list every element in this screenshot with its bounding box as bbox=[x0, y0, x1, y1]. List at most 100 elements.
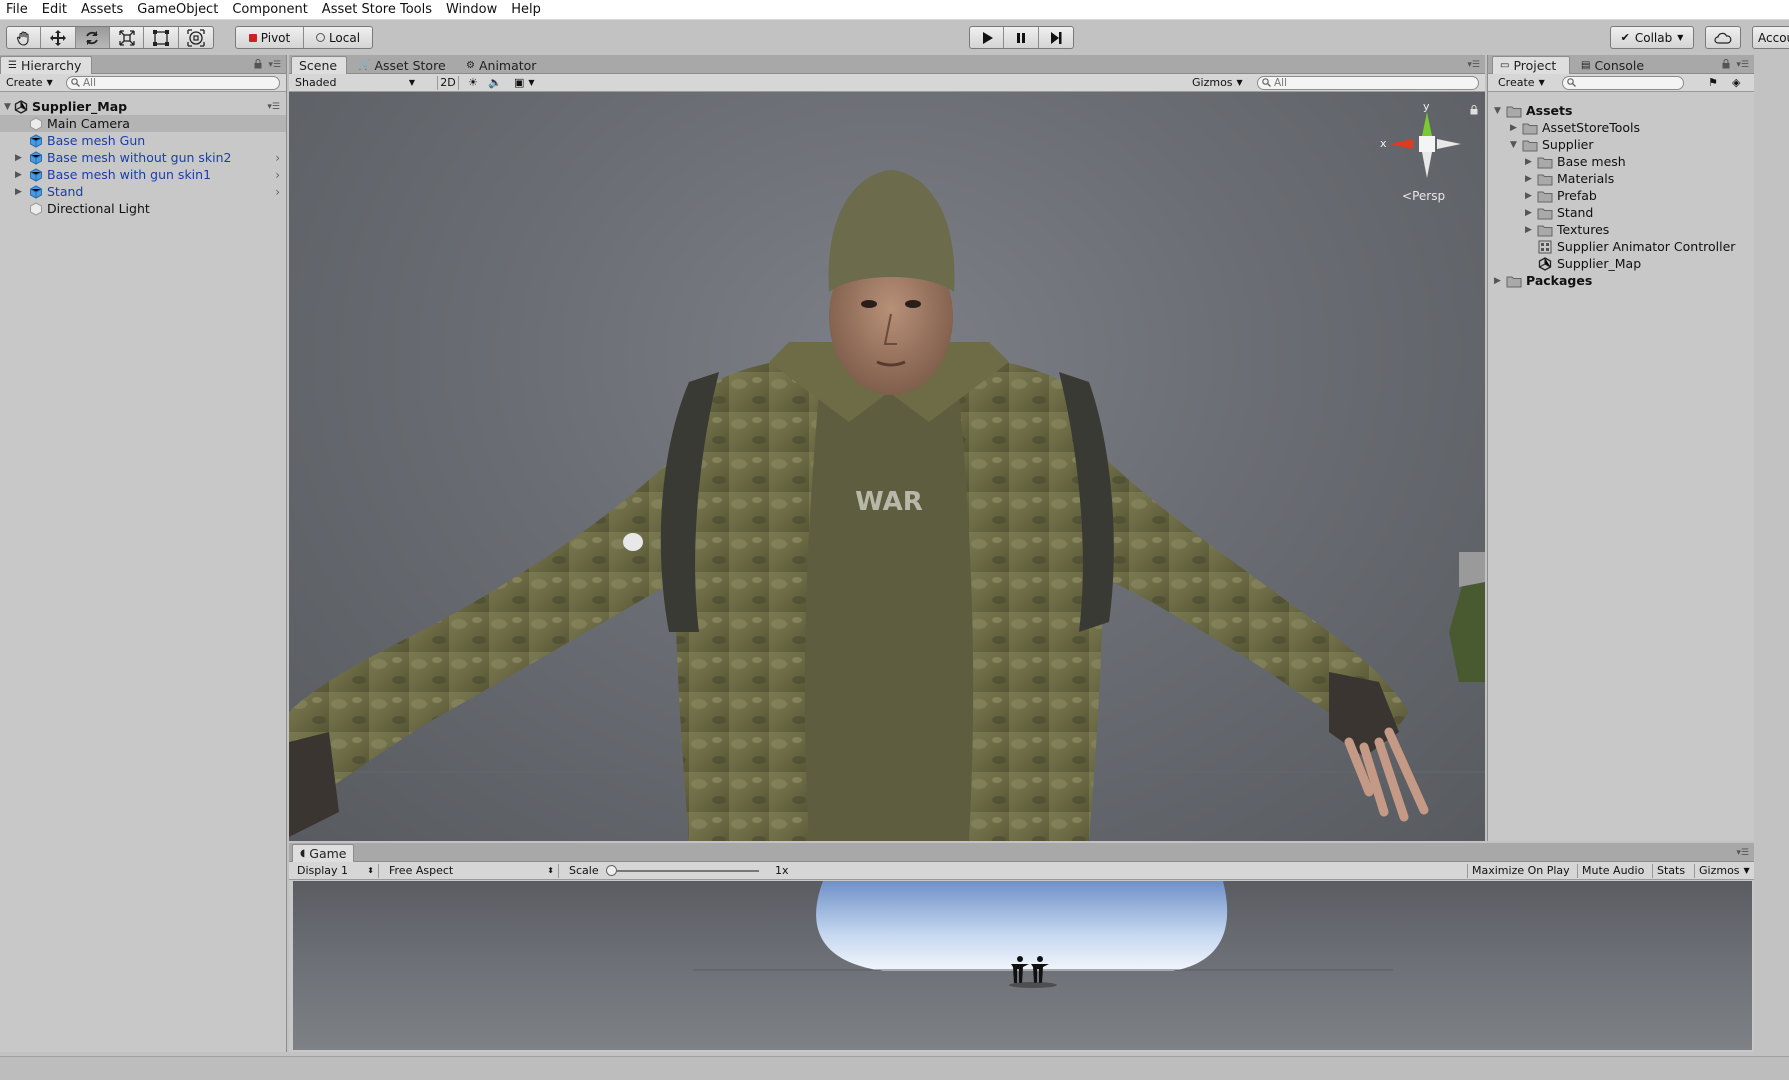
tab-animator[interactable]: ⚙ Animator bbox=[459, 56, 543, 74]
gizmos-dropdown[interactable]: Gizmos ▼ bbox=[1192, 76, 1243, 90]
menu-component[interactable]: Component bbox=[226, 1, 315, 19]
expand-arrow-icon[interactable]: ▶ bbox=[1525, 157, 1537, 167]
chevron-right-icon[interactable]: › bbox=[275, 151, 280, 165]
shading-dropdown[interactable]: Shaded ▼ bbox=[295, 76, 415, 90]
play-icon[interactable] bbox=[970, 27, 1005, 48]
lock-icon[interactable] bbox=[254, 59, 262, 69]
tree-item-animator-controller[interactable]: Supplier Animator Controller bbox=[1537, 238, 1735, 255]
expand-arrow-icon[interactable]: ▼ bbox=[4, 102, 11, 112]
panel-menu-icon[interactable]: ▾☰ bbox=[1736, 848, 1749, 858]
folder-icon: ▭ bbox=[1500, 60, 1510, 71]
scene-viewport[interactable]: WAR y x <Persp bbox=[289, 92, 1485, 841]
collab-dropdown[interactable]: ✔ Collab ▼ bbox=[1610, 26, 1694, 49]
tab-hierarchy[interactable]: ☰ Hierarchy bbox=[0, 56, 92, 74]
expand-arrow-icon[interactable]: ▶ bbox=[1525, 174, 1537, 184]
effects-icon[interactable]: ▣ ▼ bbox=[514, 76, 535, 90]
maximize-on-play-toggle[interactable]: Maximize On Play bbox=[1467, 864, 1570, 878]
tab-asset-store[interactable]: 🛒 Asset Store bbox=[351, 56, 453, 74]
lock-icon[interactable] bbox=[1470, 105, 1478, 115]
tab-project[interactable]: ▭ Project bbox=[1492, 56, 1570, 74]
scene-root[interactable]: ▼ Supplier_Map ▾☰ bbox=[0, 98, 286, 115]
hierarchy-item[interactable]: Base mesh Gun bbox=[0, 132, 286, 149]
tree-item-supplier-map[interactable]: Supplier_Map bbox=[1537, 255, 1641, 272]
panel-menu-icon[interactable]: ▾☰ bbox=[1467, 60, 1480, 70]
persp-label[interactable]: <Persp bbox=[1402, 189, 1445, 203]
game-gizmos-dropdown[interactable]: Gizmos ▼ bbox=[1694, 864, 1750, 878]
rect-tool-icon[interactable] bbox=[144, 27, 179, 48]
filter-by-type-icon[interactable]: ⚑ bbox=[1708, 76, 1718, 90]
menu-gameobject[interactable]: GameObject bbox=[131, 1, 226, 19]
hierarchy-item[interactable]: ▶ Base mesh with gun skin1 › bbox=[0, 166, 286, 183]
item-label: Base mesh Gun bbox=[47, 133, 146, 148]
tree-item-materials[interactable]: ▶ Materials bbox=[1525, 170, 1614, 187]
tree-item-stand[interactable]: ▶ Stand bbox=[1525, 204, 1593, 221]
scene-search-input[interactable]: All bbox=[1257, 76, 1479, 90]
menu-help[interactable]: Help bbox=[505, 1, 549, 19]
game-viewport[interactable] bbox=[293, 881, 1752, 1050]
hierarchy-create-dropdown[interactable]: Create ▼ bbox=[6, 76, 53, 90]
hierarchy-item[interactable]: Main Camera bbox=[0, 115, 286, 132]
transform-tool-icon[interactable] bbox=[179, 27, 213, 48]
menu-window[interactable]: Window bbox=[440, 1, 505, 19]
project-search-input[interactable] bbox=[1562, 76, 1684, 90]
hierarchy-search-input[interactable]: All bbox=[66, 76, 280, 90]
project-create-dropdown[interactable]: Create ▼ bbox=[1498, 76, 1545, 90]
hierarchy-item[interactable]: ▶ Base mesh without gun skin2 › bbox=[0, 149, 286, 166]
cloud-button[interactable] bbox=[1705, 26, 1741, 49]
panel-menu-icon[interactable]: ▾☰ bbox=[1736, 60, 1749, 70]
scene-menu-icon[interactable]: ▾☰ bbox=[267, 102, 280, 112]
2d-toggle[interactable]: 2D bbox=[437, 76, 459, 90]
tree-item-prefab[interactable]: ▶ Prefab bbox=[1525, 187, 1597, 204]
expand-arrow-icon[interactable]: ▶ bbox=[1525, 208, 1537, 218]
expand-arrow-icon[interactable]: ▼ bbox=[1494, 106, 1506, 116]
tree-item-assets[interactable]: ▼ Assets bbox=[1494, 102, 1572, 119]
pivot-button[interactable]: Pivot bbox=[236, 27, 304, 48]
mute-audio-toggle[interactable]: Mute Audio bbox=[1577, 864, 1644, 878]
dropdown-arrow-icon: ▼ bbox=[1538, 78, 1545, 87]
tab-game[interactable]: ◖ Game bbox=[292, 844, 354, 862]
expand-arrow-icon[interactable]: ▶ bbox=[15, 170, 22, 180]
menu-assets[interactable]: Assets bbox=[75, 1, 131, 19]
hierarchy-item[interactable]: Directional Light bbox=[0, 200, 286, 217]
orientation-gizmo[interactable]: y x <Persp bbox=[1365, 92, 1485, 212]
audio-icon[interactable]: 🔈 bbox=[488, 76, 502, 90]
expand-arrow-icon[interactable]: ▶ bbox=[15, 153, 22, 163]
menu-asset-store-tools[interactable]: Asset Store Tools bbox=[316, 1, 440, 19]
stats-toggle[interactable]: Stats bbox=[1652, 864, 1685, 878]
tab-console[interactable]: ▤ Console bbox=[1574, 56, 1651, 74]
scale-slider[interactable] bbox=[606, 865, 759, 876]
account-dropdown[interactable]: Accou bbox=[1752, 26, 1789, 49]
menu-file[interactable]: File bbox=[0, 1, 36, 19]
expand-arrow-icon[interactable]: ▶ bbox=[1494, 276, 1506, 286]
step-icon[interactable] bbox=[1039, 27, 1073, 48]
expand-arrow-icon[interactable]: ▼ bbox=[1510, 140, 1522, 150]
tab-scene[interactable]: Scene bbox=[291, 56, 347, 74]
scale-slider-thumb[interactable] bbox=[606, 865, 617, 876]
tree-item-packages[interactable]: ▶ Packages bbox=[1494, 272, 1592, 289]
lighting-icon[interactable]: ☀ bbox=[468, 76, 478, 90]
tree-item-supplier[interactable]: ▼ Supplier bbox=[1510, 136, 1594, 153]
main-toolbar: Pivot Local ✔ Collab ▼ Accou bbox=[0, 20, 1789, 55]
chevron-right-icon[interactable]: › bbox=[275, 185, 280, 199]
expand-arrow-icon[interactable]: ▶ bbox=[1525, 225, 1537, 235]
chevron-right-icon[interactable]: › bbox=[275, 168, 280, 182]
local-button[interactable]: Local bbox=[304, 27, 372, 48]
pause-icon[interactable] bbox=[1004, 27, 1039, 48]
hierarchy-item[interactable]: ▶ Stand › bbox=[0, 183, 286, 200]
filter-by-label-icon[interactable]: ◈ bbox=[1732, 76, 1740, 90]
lock-icon[interactable] bbox=[1722, 59, 1730, 69]
expand-arrow-icon[interactable]: ▶ bbox=[1525, 191, 1537, 201]
aspect-dropdown[interactable]: Free Aspect ⬍ bbox=[389, 864, 559, 878]
scale-tool-icon[interactable] bbox=[110, 27, 145, 48]
rotate-tool-icon[interactable] bbox=[75, 27, 111, 48]
display-dropdown[interactable]: Display 1 ⬍ bbox=[297, 864, 379, 878]
move-tool-icon[interactable] bbox=[41, 27, 76, 48]
menu-edit[interactable]: Edit bbox=[36, 1, 75, 19]
expand-arrow-icon[interactable]: ▶ bbox=[1510, 123, 1522, 133]
tree-item-base-mesh[interactable]: ▶ Base mesh bbox=[1525, 153, 1626, 170]
tree-item-textures[interactable]: ▶ Textures bbox=[1525, 221, 1609, 238]
panel-menu-icon[interactable]: ▾☰ bbox=[268, 60, 281, 70]
expand-arrow-icon[interactable]: ▶ bbox=[15, 187, 22, 197]
tree-item-assetstoretools[interactable]: ▶ AssetStoreTools bbox=[1510, 119, 1640, 136]
hand-tool-icon[interactable] bbox=[7, 27, 42, 48]
